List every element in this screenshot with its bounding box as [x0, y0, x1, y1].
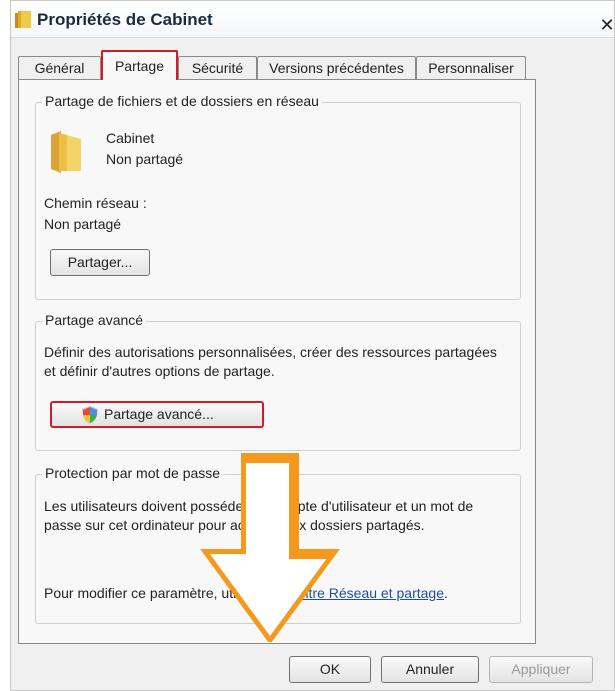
close-icon: ✕: [599, 15, 615, 35]
folder-share-status: Non partagé: [106, 151, 184, 167]
folder-icon: [15, 11, 31, 28]
apply-button[interactable]: Appliquer: [489, 656, 593, 683]
window-title: Propriétés de Cabinet: [37, 10, 213, 29]
advanced-sharing-description: Définir des autorisations personnalisées…: [44, 344, 497, 379]
network-path-value: Non partagé: [44, 216, 122, 232]
tab-customize[interactable]: Personnaliser: [416, 56, 526, 79]
cancel-button[interactable]: Annuler: [381, 656, 479, 683]
close-button[interactable]: ✕: [596, 15, 615, 35]
advanced-sharing-button-label: Partage avancé...: [104, 406, 214, 422]
network-path-label: Chemin réseau :: [44, 195, 147, 211]
tab-security[interactable]: Sécurité: [178, 56, 257, 79]
advanced-sharing-group: Partage avancé Définir des autorisations…: [35, 312, 521, 451]
tab-sharing[interactable]: Partage: [101, 50, 178, 80]
network-sharing-legend: Partage de fichiers et de dossiers en ré…: [42, 93, 322, 109]
network-sharing-group: Partage de fichiers et de dossiers en ré…: [35, 93, 521, 300]
ok-button[interactable]: OK: [289, 656, 371, 683]
title-bar: Propriétés de Cabinet ✕: [11, 1, 615, 38]
modify-setting-suffix: .: [443, 585, 448, 601]
folder-icon: [51, 131, 81, 173]
password-protection-legend: Protection par mot de passe: [42, 465, 224, 481]
uac-shield-icon: [82, 406, 98, 424]
advanced-sharing-legend: Partage avancé: [42, 312, 147, 328]
folder-name: Cabinet: [106, 130, 155, 146]
share-button[interactable]: Partager...: [50, 249, 150, 276]
annotation-arrow-icon: [200, 453, 340, 642]
tab-previous-versions[interactable]: Versions précédentes: [257, 56, 416, 79]
tab-general[interactable]: Général: [18, 56, 101, 79]
advanced-sharing-button[interactable]: Partage avancé...: [50, 401, 264, 428]
